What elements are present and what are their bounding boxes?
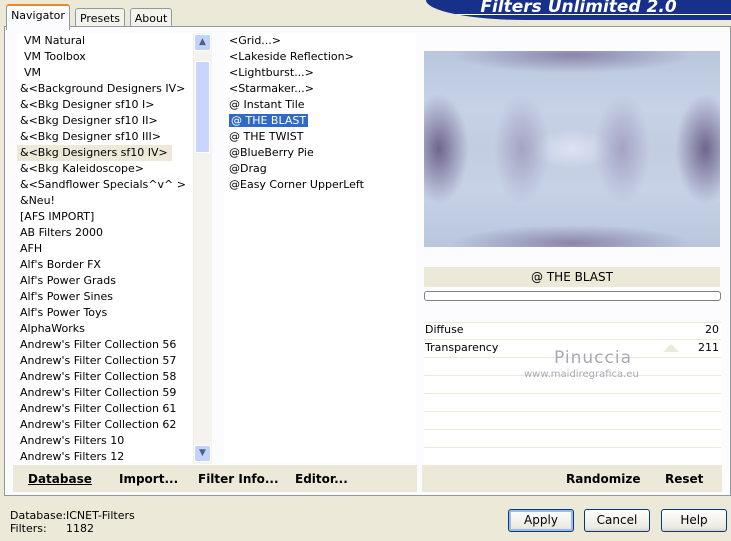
category-item[interactable]: AlphaWorks — [17, 321, 193, 337]
watermark-name: Pinuccia — [554, 348, 632, 368]
selected-filter-name: @ THE BLAST — [424, 267, 720, 287]
category-item[interactable]: Andrew's Filter Collection 58 — [17, 369, 193, 385]
param-name: Transparency — [425, 341, 499, 354]
reset-button[interactable]: Reset — [665, 472, 703, 486]
filter-info-button[interactable]: Filter Info... — [198, 472, 279, 486]
category-item[interactable]: Andrew's Filters 10 — [17, 433, 193, 449]
scroll-thumb[interactable] — [195, 61, 210, 153]
param-value: 211 — [698, 341, 719, 354]
category-item[interactable]: &<Bkg Designer sf10 III> — [17, 129, 193, 145]
category-item[interactable]: Alf's Border FX — [17, 257, 193, 273]
category-item[interactable]: Alf's Power Grads — [17, 273, 193, 289]
tab-presets-label: Presets — [79, 12, 121, 25]
slider-marker-icon[interactable] — [663, 344, 679, 352]
status-database-label: Database: — [10, 509, 67, 522]
filter-item[interactable]: @BlueBerry Pie — [224, 145, 416, 161]
param-row-diffuse[interactable]: Diffuse 20 — [424, 322, 721, 338]
category-item[interactable]: VM Toolbox — [17, 49, 193, 65]
parameter-panel: Diffuse 20 Transparency 211 — [424, 322, 721, 464]
filter-list[interactable]: <Grid...> <Lakeside Reflection> <Lightburs… — [224, 33, 416, 463]
status-database-value: ICNET-Filters — [66, 509, 135, 522]
filter-item[interactable]: @ Instant Tile — [224, 97, 416, 113]
category-item[interactable]: VM — [17, 65, 193, 81]
category-item[interactable]: [AFS IMPORT] — [17, 209, 193, 225]
preview-image — [424, 51, 720, 247]
category-item[interactable]: &<Bkg Kaleidoscope> — [17, 161, 193, 177]
category-item[interactable]: Alf's Power Sines — [17, 289, 193, 305]
category-rows: VM Natural VM Toolbox VM &<Background Desig… — [17, 33, 193, 465]
param-value: 20 — [705, 323, 719, 336]
filter-item-label: <Starmaker...> — [229, 82, 315, 95]
scroll-up-icon[interactable]: ▲ — [194, 34, 211, 51]
filter-item-label: @BlueBerry Pie — [229, 146, 314, 159]
category-item[interactable]: Andrew's Filter Collection 56 — [17, 337, 193, 353]
category-item[interactable]: Alf's Power Toys — [17, 305, 193, 321]
category-scrollbar[interactable]: ▲ ▼ — [193, 33, 212, 464]
status-filters: Filters: 1182 — [10, 522, 94, 535]
category-item[interactable]: Andrew's Filters 12 — [17, 449, 193, 465]
scroll-down-icon[interactable]: ▼ — [194, 445, 211, 462]
status-filters-label: Filters: — [10, 522, 47, 535]
apply-button[interactable]: Apply — [508, 509, 574, 532]
filter-rows: <Grid...> <Lakeside Reflection> <Lightburs… — [224, 33, 416, 193]
left-button-bar: Database Import... Filter Info... Editor… — [13, 465, 417, 492]
category-item[interactable]: Andrew's Filter Collection 62 — [17, 417, 193, 433]
filter-item[interactable]: <Starmaker...> — [224, 81, 416, 97]
status-filters-value: 1182 — [66, 522, 94, 535]
filter-item[interactable]: @Drag — [224, 161, 416, 177]
category-item[interactable]: AB Filters 2000 — [17, 225, 193, 241]
filter-item[interactable]: <Grid...> — [224, 33, 416, 49]
category-item[interactable]: &<Bkg Designer sf10 I> — [17, 97, 193, 113]
filter-item-label: <Lakeside Reflection> — [229, 50, 354, 63]
tab-navigator[interactable]: Navigator — [6, 4, 70, 30]
category-list[interactable]: VM Natural VM Toolbox VM &<Background Desig… — [17, 33, 193, 463]
banner-title: Filters Unlimited 2.0 — [480, 0, 677, 17]
filter-item-label: <Lightburst...> — [229, 66, 314, 79]
category-item[interactable]: Andrew's Filter Collection 57 — [17, 353, 193, 369]
category-item[interactable]: &<Bkg Designer sf10 II> — [17, 113, 193, 129]
progress-bar — [424, 291, 721, 301]
filter-item[interactable]: <Lakeside Reflection> — [224, 49, 416, 65]
filter-item[interactable]: @ THE BLAST — [224, 113, 416, 129]
category-item[interactable]: Andrew's Filter Collection 59 — [17, 385, 193, 401]
editor-button[interactable]: Editor... — [295, 472, 348, 486]
category-item[interactable]: &<Bkg Designers sf10 IV> — [17, 145, 172, 161]
filter-item-label: <Grid...> — [229, 34, 282, 47]
product-banner: Filters Unlimited 2.0 — [426, 0, 731, 20]
cancel-button[interactable]: Cancel — [584, 509, 650, 532]
category-item[interactable]: &<Background Designers IV> — [17, 81, 193, 97]
database-button-label: Database — [28, 472, 92, 486]
randomize-button[interactable]: Randomize — [566, 472, 640, 486]
tab-navigator-label: Navigator — [11, 9, 65, 22]
database-button[interactable]: Database — [28, 472, 92, 486]
filter-item-label: @ THE TWIST — [229, 130, 304, 143]
import-button[interactable]: Import... — [119, 472, 178, 486]
category-item[interactable]: &<Sandflower Specials^v^ > — [17, 177, 193, 193]
filter-item-label: @Drag — [229, 162, 267, 175]
category-item[interactable]: &Neu! — [17, 193, 193, 209]
param-name: Diffuse — [425, 323, 464, 336]
filter-item[interactable]: @ THE TWIST — [224, 129, 416, 145]
tab-about-label: About — [134, 12, 168, 25]
filter-item-label: @ THE BLAST — [229, 114, 309, 127]
filter-item[interactable]: @Easy Corner UpperLeft — [224, 177, 416, 193]
category-item[interactable]: Andrew's Filter Collection 61 — [17, 401, 193, 417]
filter-item[interactable]: <Lightburst...> — [224, 65, 416, 81]
status-database: Database: ICNET-Filters — [10, 509, 135, 522]
right-button-bar: Randomize Reset — [422, 465, 722, 492]
watermark-url: www.maidiregrafica.eu — [524, 369, 639, 380]
filter-item-label: @ Instant Tile — [229, 98, 305, 111]
category-item[interactable]: AFH — [17, 241, 193, 257]
help-button[interactable]: Help — [661, 509, 727, 532]
filter-item-label: @Easy Corner UpperLeft — [229, 178, 364, 191]
category-item[interactable]: VM Natural — [17, 33, 193, 49]
